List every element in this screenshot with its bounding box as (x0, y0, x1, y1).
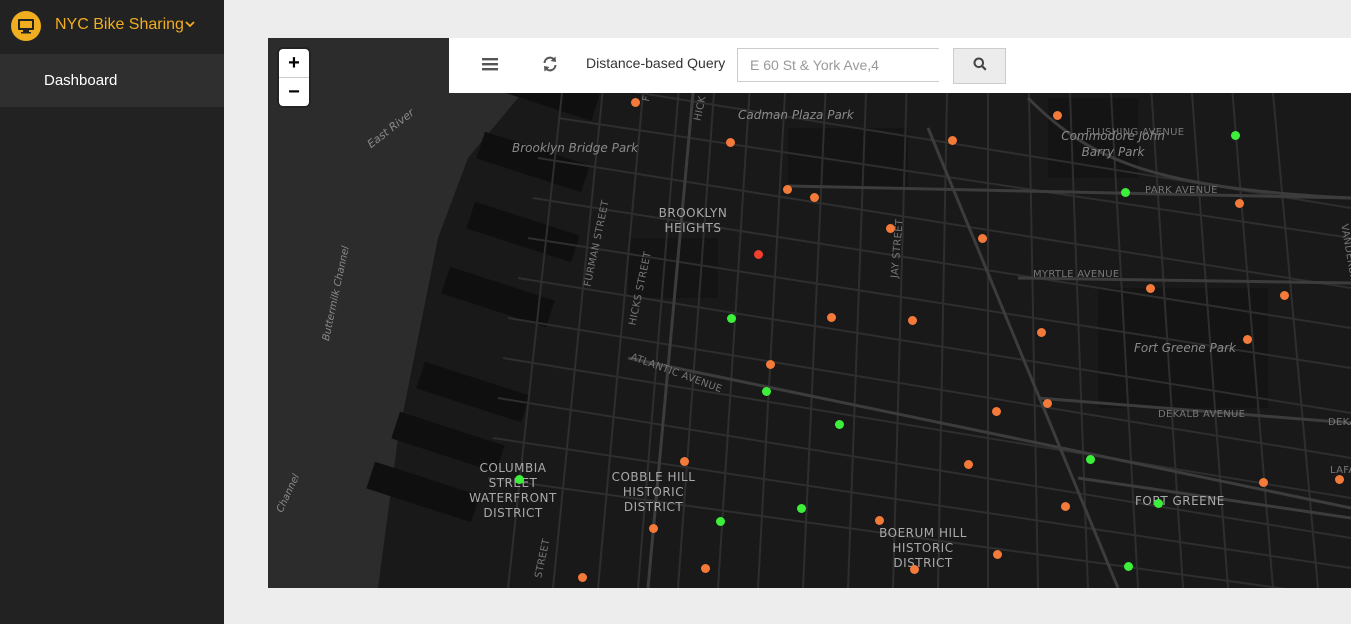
station-marker[interactable] (977, 233, 987, 243)
station-marker[interactable] (1145, 283, 1155, 293)
street-label-dekalb: DEKALB AVENUE (1158, 409, 1246, 420)
station-marker[interactable] (1123, 561, 1133, 571)
station-marker[interactable] (1085, 454, 1095, 464)
map-label-fort-greene-park: Fort Greene Park (1134, 341, 1236, 355)
station-marker[interactable] (765, 359, 775, 369)
station-marker[interactable] (834, 419, 844, 429)
station-marker[interactable] (1242, 334, 1252, 344)
street-label-flushing: FLUSHING AVENUE (1086, 127, 1185, 138)
street-label-park: PARK AVENUE (1145, 185, 1218, 196)
station-marker[interactable] (1042, 398, 1052, 408)
sidebar: NYC Bike Sharing Dashboard (0, 0, 224, 624)
station-marker[interactable] (885, 223, 895, 233)
zoom-in-button[interactable]: + (279, 49, 309, 78)
station-marker[interactable] (963, 459, 973, 469)
station-marker[interactable] (700, 563, 710, 573)
sidebar-item-dashboard[interactable]: Dashboard (0, 54, 224, 107)
station-marker[interactable] (630, 97, 640, 107)
refresh-icon (541, 55, 559, 78)
query-toolbar: Distance-based Query (449, 38, 1351, 93)
map-label-cobble-hill: COBBLE HILL HISTORIC DISTRICT (611, 470, 696, 514)
station-marker[interactable] (1052, 110, 1062, 120)
station-marker[interactable] (992, 549, 1002, 559)
station-marker[interactable] (679, 456, 689, 466)
search-icon (973, 57, 987, 76)
map-label-columbia-street: COLUMBIA STREET WATERFRONT DISTRICT (469, 461, 557, 520)
map-label-cadman-plaza: Cadman Plaza Park (738, 108, 854, 122)
query-label: Distance-based Query (586, 55, 726, 71)
station-marker[interactable] (991, 406, 1001, 416)
station-marker[interactable] (826, 312, 836, 322)
station-marker[interactable] (725, 137, 735, 147)
station-marker[interactable] (753, 249, 763, 259)
station-marker[interactable] (1153, 498, 1163, 508)
station-marker[interactable] (577, 572, 587, 582)
station-marker[interactable] (909, 564, 919, 574)
station-marker[interactable] (907, 315, 917, 325)
map-view[interactable]: Cadman Plaza Park Brooklyn Bridge Park E… (268, 38, 1351, 588)
hamburger-icon (481, 56, 499, 77)
street-label-myrtle: MYRTLE AVENUE (1033, 269, 1120, 280)
station-marker[interactable] (1120, 187, 1130, 197)
station-marker[interactable] (514, 474, 524, 484)
app-title: NYC Bike Sharing (55, 16, 184, 33)
station-marker[interactable] (1036, 327, 1046, 337)
query-input[interactable] (737, 48, 939, 82)
search-button[interactable] (953, 48, 1006, 84)
station-marker[interactable] (1334, 474, 1344, 484)
station-marker[interactable] (809, 192, 819, 202)
station-marker[interactable] (1258, 477, 1268, 487)
map-label-boerum-hill: BOERUM HILL HISTORIC DISTRICT (879, 526, 967, 570)
station-marker[interactable] (648, 523, 658, 533)
chevron-down-icon (184, 14, 196, 39)
station-marker[interactable] (1060, 501, 1070, 511)
street-label-dekalb-2: DEKAL (1328, 417, 1351, 428)
brand-dropdown[interactable]: NYC Bike Sharing (0, 0, 224, 53)
station-marker[interactable] (947, 135, 957, 145)
station-marker[interactable] (715, 516, 725, 526)
station-marker[interactable] (726, 313, 736, 323)
zoom-control: + − (279, 49, 309, 106)
refresh-button[interactable] (535, 52, 565, 80)
station-marker[interactable] (1279, 290, 1289, 300)
station-marker[interactable] (1230, 130, 1240, 140)
station-marker[interactable] (874, 515, 884, 525)
map-label-brooklyn-heights: BROOKLYN HEIGHTS (658, 206, 728, 235)
station-marker[interactable] (761, 386, 771, 396)
station-marker[interactable] (1234, 198, 1244, 208)
station-marker[interactable] (796, 503, 806, 513)
menu-button[interactable] (475, 52, 505, 80)
map-label-fort-greene: FORT GREENE (1135, 494, 1225, 508)
station-marker[interactable] (782, 184, 792, 194)
sidebar-item-label: Dashboard (44, 72, 118, 89)
zoom-out-button[interactable]: − (279, 78, 309, 106)
monitor-icon (11, 11, 41, 41)
map-label-brooklyn-bridge-park: Brooklyn Bridge Park (512, 141, 639, 155)
